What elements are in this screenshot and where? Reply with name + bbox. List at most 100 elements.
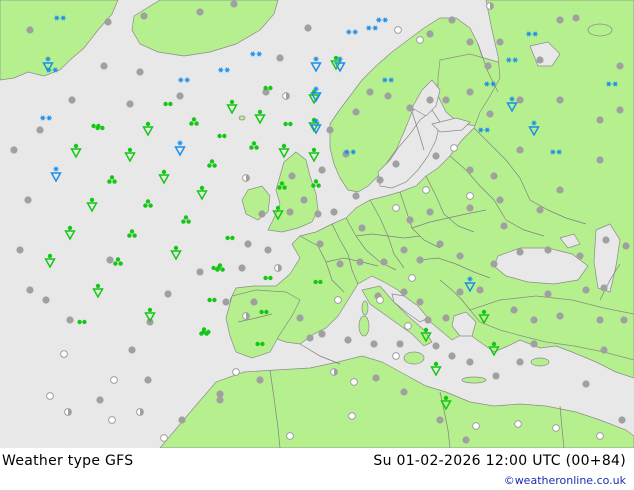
overcast-dot (466, 358, 474, 366)
overcast-dot (556, 16, 564, 24)
overcast-dot (456, 252, 464, 260)
overcast-dot (396, 340, 404, 348)
cloudy-dot (46, 392, 54, 400)
model-name: GFS (105, 453, 134, 469)
overcast-dot (416, 256, 424, 264)
overcast-dot (344, 336, 352, 344)
overcast-dot (484, 62, 492, 70)
cloudy-dot (416, 36, 424, 44)
overcast-dot (406, 104, 414, 112)
overcast-dot (536, 206, 544, 214)
cloudy-dot (392, 204, 400, 212)
cloudy-dot (348, 412, 356, 420)
overcast-dot (596, 156, 604, 164)
overcast-dot (258, 210, 266, 218)
overcast-dot (16, 246, 24, 254)
cloudy-dot (596, 432, 604, 440)
overcast-dot (196, 8, 204, 16)
overcast-dot (196, 268, 204, 276)
overcast-dot (36, 126, 44, 134)
overcast-dot (318, 166, 326, 174)
cloudy-dot (514, 420, 522, 428)
overcast-dot (140, 12, 148, 20)
overcast-dot (544, 290, 552, 298)
overcast-dot (476, 286, 484, 294)
overcast-dot (556, 96, 564, 104)
overcast-dot (436, 240, 444, 248)
overcast-dot (296, 314, 304, 322)
overcast-dot (276, 54, 284, 62)
cyprus (530, 357, 550, 367)
overcast-dot (530, 316, 538, 324)
overcast-dot (100, 62, 108, 70)
cloudy-dot (376, 296, 384, 304)
overcast-dot (96, 396, 104, 404)
overcast-dot (456, 288, 464, 296)
partly-cloudy-dot (242, 312, 250, 320)
overcast-dot (442, 314, 450, 322)
map-canvas (0, 0, 634, 449)
overcast-dot (306, 334, 314, 342)
overcast-dot (316, 240, 324, 248)
overcast-dot (392, 160, 400, 168)
overcast-dot (128, 346, 136, 354)
overcast-dot (372, 374, 380, 382)
credit-link[interactable]: ©weatheronline.co.uk (504, 474, 626, 487)
overcast-dot (104, 18, 112, 26)
footer-bar: Weather type GFS Su 01-02-2026 12:00 UTC… (0, 448, 634, 490)
partly-cloudy-dot (242, 174, 250, 182)
overcast-dot (26, 286, 34, 294)
sardinia (358, 315, 370, 337)
cloudy-dot (110, 376, 118, 384)
overcast-dot (264, 246, 272, 254)
overcast-dot (436, 416, 444, 424)
overcast-dot (442, 96, 450, 104)
overcast-dot (618, 416, 626, 424)
overcast-dot (426, 208, 434, 216)
overcast-dot (66, 316, 74, 324)
overcast-dot (356, 258, 364, 266)
overcast-dot (536, 56, 544, 64)
overcast-dot (370, 340, 378, 348)
cloudy-dot (472, 422, 480, 430)
overcast-dot (304, 24, 312, 32)
overcast-dot (616, 106, 624, 114)
overcast-dot (448, 16, 456, 24)
overcast-dot (26, 26, 34, 34)
overcast-dot (466, 38, 474, 46)
overcast-dot (400, 288, 408, 296)
svalbard-fragment (587, 23, 613, 37)
cloudy-dot (350, 378, 358, 386)
overcast-dot (406, 216, 414, 224)
crete (461, 376, 487, 384)
partly-cloudy-dot (64, 408, 72, 416)
cloudy-dot (394, 26, 402, 34)
overcast-dot (286, 208, 294, 216)
overcast-dot (490, 260, 498, 268)
overcast-dot (510, 306, 518, 314)
cloudy-dot (286, 432, 294, 440)
overcast-dot (216, 396, 224, 404)
overcast-dot (178, 416, 186, 424)
overcast-dot (416, 298, 424, 306)
overcast-dot (582, 286, 590, 294)
valid-time: Su 01-02-2026 12:00 UTC (00+84) (373, 453, 626, 469)
overcast-dot (500, 222, 508, 230)
overcast-dot (492, 372, 500, 380)
cloudy-dot (334, 296, 342, 304)
overcast-dot (352, 192, 360, 200)
overcast-dot (326, 126, 334, 134)
overcast-dot (330, 208, 338, 216)
overcast-dot (176, 92, 184, 100)
cloudy-dot (232, 368, 240, 376)
overcast-dot (530, 340, 538, 348)
overcast-dot (42, 296, 50, 304)
overcast-dot (68, 96, 76, 104)
overcast-dot (496, 196, 504, 204)
overcast-dot (136, 68, 144, 76)
overcast-dot (144, 376, 152, 384)
overcast-dot (10, 146, 18, 154)
overcast-dot (384, 92, 392, 100)
overcast-dot (490, 172, 498, 180)
overcast-dot (616, 62, 624, 70)
